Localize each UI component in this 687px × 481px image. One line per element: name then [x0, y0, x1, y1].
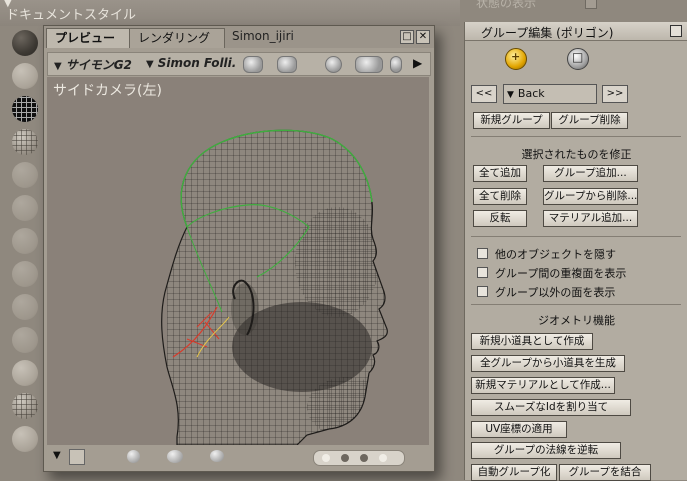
rotate-trackball-icon[interactable] [325, 56, 342, 73]
document-style-header: ▼ ドキュメントスタイル [0, 0, 460, 26]
previous-group-button[interactable]: << [471, 85, 497, 103]
dropdown-arrow-icon: ▼ [54, 61, 62, 72]
next-group-button[interactable]: >> [602, 85, 628, 103]
maximize-icon[interactable]: □ [400, 30, 414, 44]
merge-groups-button[interactable]: グループを結合 [559, 464, 651, 481]
preview-toolbar: ▼ サイモンG2 ▼ Simon Folli. ▶ [47, 52, 431, 76]
scale-icon[interactable] [390, 56, 402, 73]
light-cluster-icon[interactable] [167, 450, 183, 463]
show-multi-grouped-faces-label: グループ間の重複面を表示 [495, 267, 627, 280]
hide-other-objects-option[interactable]: 他のオブジェクトを隠す [477, 246, 616, 262]
add-material-button[interactable]: マテリアル追加... [543, 210, 638, 227]
background-panel-label: 状態の表示 [476, 0, 537, 10]
group-editor-panel: グループ編集 (ポリゴン) << ▼Back >> 新規グループ グループ削除 … [464, 22, 687, 481]
group-editor-title: グループ編集 (ポリゴン) [481, 26, 614, 40]
style-texture-shaded-icon[interactable] [12, 393, 38, 419]
layout-dot-1-icon[interactable] [322, 454, 330, 462]
display-style-palette [12, 30, 42, 459]
apply-uv-coordinates-button[interactable]: UV座標の適用 [471, 421, 567, 438]
style-hidden-line-icon[interactable] [12, 129, 38, 155]
parent-select-icon[interactable] [277, 56, 297, 73]
show-multi-grouped-faces-option[interactable]: グループ間の重複面を表示 [477, 265, 626, 281]
style-lit-wireframe-icon[interactable] [12, 162, 38, 188]
preview-bottom-bar: ▼ [47, 447, 429, 467]
render-options-caret-icon[interactable]: ▼ [53, 450, 61, 461]
hide-other-objects-label: 他のオブジェクトを隠す [495, 248, 616, 261]
tab-render[interactable]: レンダリング [129, 28, 225, 48]
document-name: Simon_ijiri [232, 29, 294, 43]
modify-selected-section-label: 選択されたものを修正 [521, 148, 632, 161]
group-select-dropdown[interactable]: ▼ Back [503, 84, 597, 104]
style-texture-lined-icon[interactable] [12, 426, 38, 452]
light-sphere-icon[interactable] [127, 450, 140, 463]
viewport-layout-pager[interactable] [313, 450, 405, 466]
new-group-button[interactable]: 新規グループ [473, 112, 550, 129]
show-non-grouped-faces-option[interactable]: グループ以外の面を表示 [477, 284, 615, 300]
layout-dot-3-icon[interactable] [360, 454, 368, 462]
layout-dot-2-icon[interactable] [341, 454, 349, 462]
style-cartoon-lined-icon[interactable] [12, 294, 38, 320]
reverse-group-normals-button[interactable]: グループの法線を逆転 [471, 442, 621, 459]
delete-group-button[interactable]: グループ削除 [551, 112, 628, 129]
figure-dropdown-value: サイモンG2 [65, 58, 132, 72]
style-smooth-shaded-icon[interactable] [12, 327, 38, 353]
figure-dropdown[interactable]: ▼ サイモンG2 [54, 56, 132, 73]
hide-other-objects-checkbox[interactable] [477, 248, 488, 259]
ground-shadow-icon[interactable] [210, 450, 224, 462]
document-style-title: ドキュメントスタイル [6, 8, 137, 23]
show-non-grouped-faces-checkbox[interactable] [477, 286, 488, 297]
part-dropdown-value: Simon Folli. [157, 56, 237, 70]
add-all-button[interactable]: 全て追加 [473, 165, 527, 182]
background-color-swatch[interactable] [69, 449, 85, 465]
create-new-prop-button[interactable]: 新規小道具として作成 [471, 333, 593, 350]
auto-group-button[interactable]: 自動グループ化 [471, 464, 557, 481]
wireframe-head-render [161, 129, 388, 445]
preview-viewport[interactable]: サイドカメラ(左) [47, 77, 429, 445]
preview-tab-bar: プレビュー レンダリング Simon_ijiri □ ✕ [44, 26, 434, 48]
show-multi-grouped-faces-checkbox[interactable] [477, 267, 488, 278]
style-cartoon-icon[interactable] [12, 261, 38, 287]
props-from-all-groups-button[interactable]: 全グループから小道具を生成 [471, 355, 625, 372]
part-dropdown[interactable]: ▼ Simon Folli. [146, 56, 236, 70]
close-panel-icon[interactable] [670, 25, 682, 37]
toolbar-expand-icon[interactable]: ▶ [413, 56, 422, 70]
separator [471, 236, 681, 237]
style-silhouette-icon[interactable] [12, 30, 38, 56]
remove-all-button[interactable]: 全て削除 [473, 188, 527, 205]
move-xy-icon[interactable] [355, 56, 383, 73]
figure-select-icon[interactable] [243, 56, 263, 73]
style-flat-lined-icon[interactable] [12, 228, 38, 254]
show-non-grouped-faces-label: グループ以外の面を表示 [495, 286, 616, 299]
remove-from-group-button[interactable]: グループから削除... [543, 188, 638, 205]
style-flat-shaded-icon[interactable] [12, 195, 38, 221]
create-new-material-button[interactable]: 新規マテリアルとして作成... [471, 377, 615, 394]
close-icon[interactable]: ✕ [416, 30, 430, 44]
style-wireframe-icon[interactable] [12, 96, 38, 122]
layout-dot-4-icon[interactable] [379, 454, 387, 462]
separator [471, 136, 681, 137]
tab-preview[interactable]: プレビュー [46, 28, 138, 48]
style-smooth-lined-icon[interactable] [12, 360, 38, 386]
invert-selection-button[interactable]: 反転 [473, 210, 527, 227]
group-select-value: Back [517, 87, 545, 100]
preview-window: プレビュー レンダリング Simon_ijiri □ ✕ ▼ サイモンG2 ▼ Si… [43, 25, 435, 472]
polygon-group-mode-icon[interactable] [505, 48, 527, 70]
group-editor-titlebar: グループ編集 (ポリゴン) [465, 22, 687, 41]
add-group-button[interactable]: グループ追加... [543, 165, 638, 182]
assign-smoothing-ids-button[interactable]: スムーズなIdを割り当て [471, 399, 631, 416]
dropdown-arrow-icon: ▼ [507, 90, 514, 100]
style-outline-icon[interactable] [12, 63, 38, 89]
geometry-section-label: ジオメトリ機能 [538, 314, 615, 327]
separator [471, 304, 681, 305]
background-panel-checkbox[interactable] [585, 0, 597, 9]
dropdown-arrow-icon: ▼ [146, 59, 154, 70]
camera-label: サイドカメラ(左) [53, 83, 162, 99]
vertex-group-mode-icon[interactable] [567, 48, 589, 70]
